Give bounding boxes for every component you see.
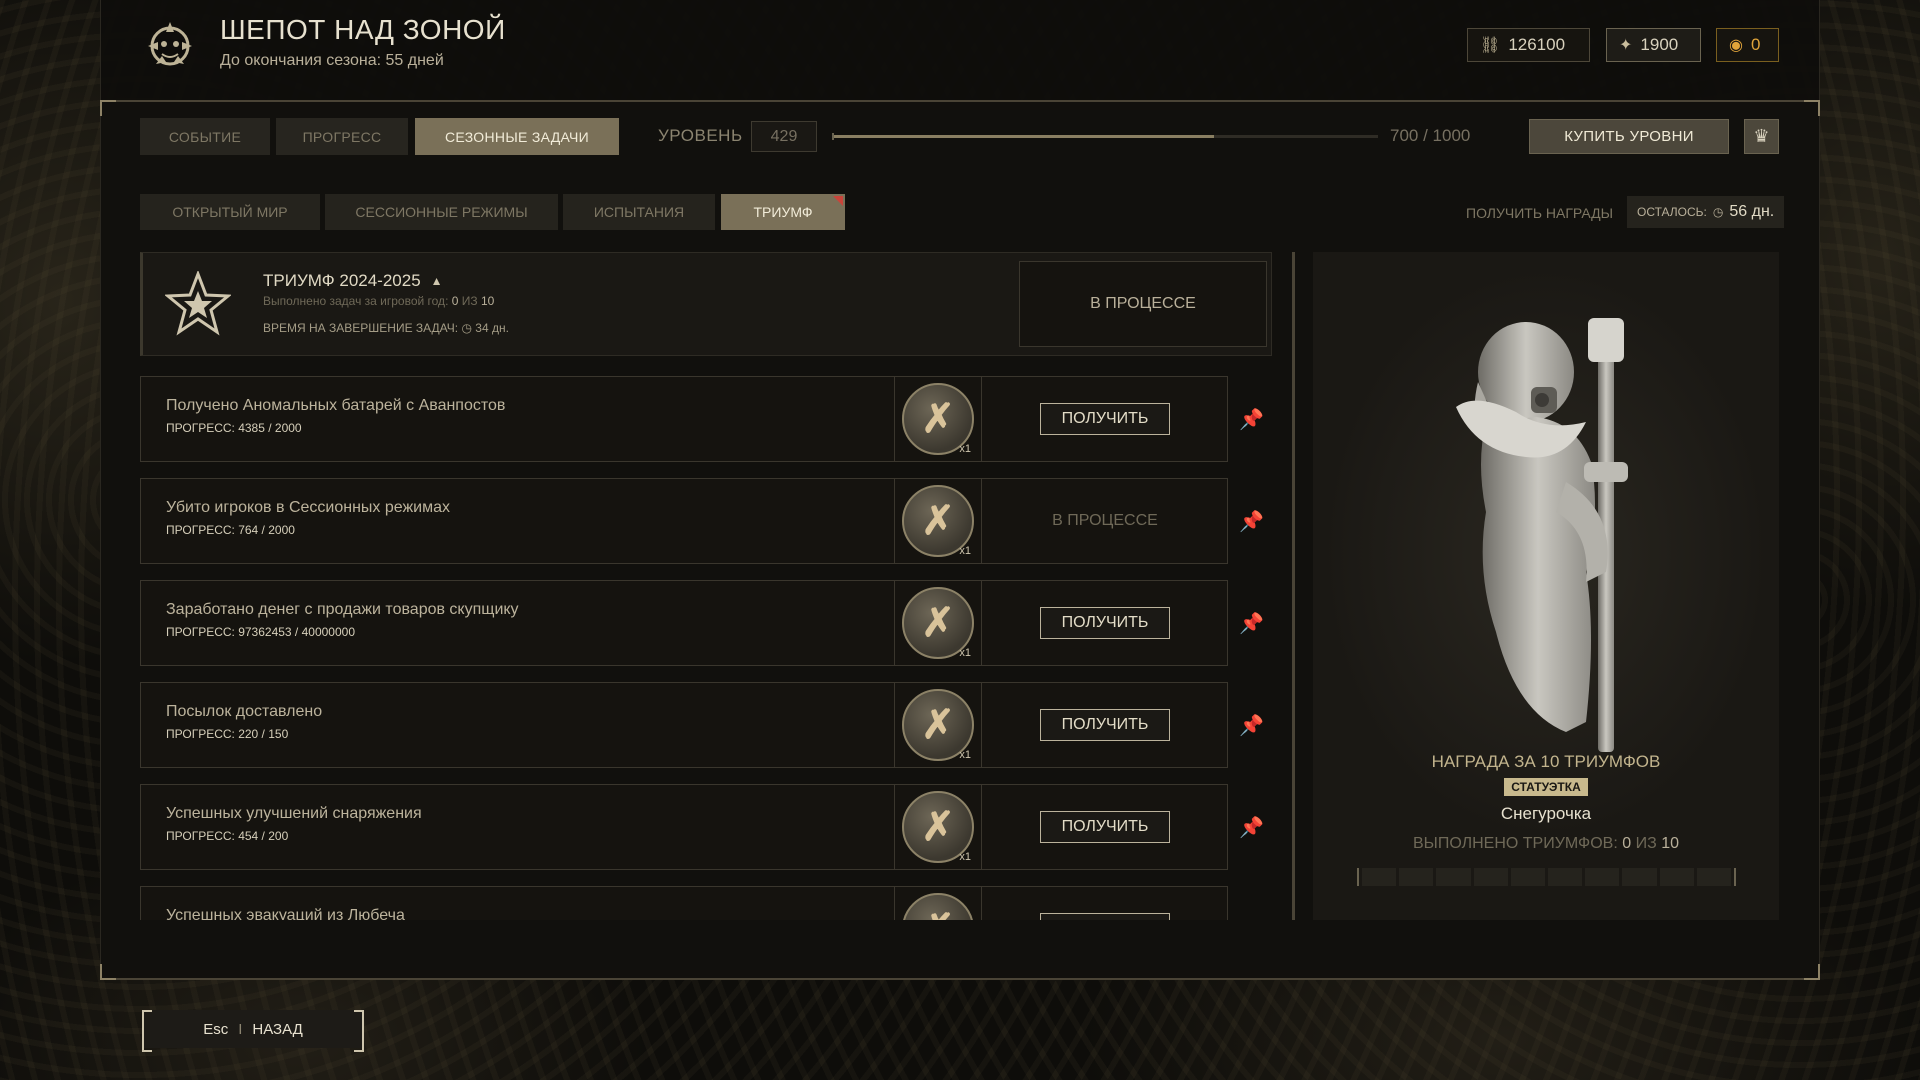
- claim-button[interactable]: [1040, 913, 1170, 920]
- level-label: УРОВЕНЬ: [658, 126, 743, 145]
- task-reward: ✗ x1: [894, 785, 982, 869]
- pin-icon[interactable]: 📌: [1239, 815, 1264, 840]
- frame-corner: [1804, 964, 1820, 980]
- tab-event[interactable]: СОБЫТИЕ: [140, 118, 270, 155]
- link-icon: ⛓: [1480, 37, 1501, 54]
- expand-up-icon[interactable]: ▲: [431, 274, 443, 288]
- task-reward: ✗ x1: [894, 683, 982, 767]
- task-row: Успешных эвакуаций из Любеча ✗: [140, 886, 1228, 920]
- reward-type-badge: СТАТУЭТКА: [1504, 778, 1588, 796]
- esc-key-hint: Esc: [203, 1020, 229, 1038]
- currency-crystal: ✦ 1900: [1606, 28, 1701, 62]
- back-button[interactable]: Esc I НАЗАД: [142, 1010, 364, 1052]
- progress-segment: [1585, 868, 1620, 886]
- triumph-count: ВЫПОЛНЕНО ТРИУМФОВ: 0 ИЗ 10: [1413, 835, 1679, 852]
- task-reward: ✗ x1: [894, 581, 982, 665]
- reward-panel: НАГРАДА ЗА 10 ТРИУМФОВ СТАТУЭТКА Снегуро…: [1313, 252, 1779, 920]
- task-reward: ✗ x1: [894, 377, 982, 461]
- currency-coin: ◉ 0: [1716, 28, 1779, 62]
- triumph-summary-card: ТРИУМФ 2024-2025 ▲ Выполнено задач за иг…: [140, 252, 1272, 356]
- pin-icon[interactable]: 📌: [1239, 407, 1264, 432]
- season-countdown: До окончания сезона: 55 дней: [220, 52, 444, 69]
- reward-medal-icon: ✗: [902, 893, 974, 920]
- task-list[interactable]: Получено Аномальных батарей с Аванпостов…: [140, 376, 1300, 920]
- frame-corner: [100, 100, 116, 116]
- triumph-progress-segments: [1357, 868, 1736, 886]
- scroll-thumb[interactable]: [1292, 252, 1295, 920]
- claim-button[interactable]: ПОЛУЧИТЬ: [1040, 403, 1170, 435]
- triumph-title: ТРИУМФ 2024-2025 ▲: [263, 271, 443, 290]
- progress-segment: [1399, 868, 1434, 886]
- progress-segment: [1510, 868, 1546, 886]
- crown-icon: ♛: [1753, 126, 1770, 146]
- level-progress-start: [832, 133, 834, 140]
- subtab-triumph[interactable]: ТРИУМФ: [721, 194, 845, 230]
- clock-icon: ◷: [1712, 205, 1724, 219]
- tab-seasonal-tasks[interactable]: СЕЗОННЫЕ ЗАДАЧИ: [415, 118, 619, 155]
- reward-title: НАГРАДА ЗА 10 ТРИУМФОВ: [1431, 752, 1661, 771]
- triumph-status: В ПРОЦЕССЕ: [1019, 261, 1267, 347]
- progress-segment: [1622, 868, 1657, 886]
- frame-corner: [1804, 100, 1820, 116]
- claim-button[interactable]: ПОЛУЧИТЬ: [1040, 607, 1170, 639]
- pin-icon[interactable]: 📌: [1239, 611, 1264, 636]
- reward-name: Снегурочка: [1500, 804, 1592, 823]
- progress-segment: [1659, 868, 1694, 886]
- triumph-time-left: ВРЕМЯ НА ЗАВЕРШЕНИЕ ЗАДАЧ: ◷ 34 дн.: [263, 321, 509, 335]
- task-row: Посылок доставлено ПРОГРЕСС: 220 / 150 ✗…: [140, 682, 1264, 768]
- triumph-tasks-done: Выполнено задач за игровой год: 0 ИЗ 10: [263, 294, 495, 308]
- level-value: 429: [751, 121, 817, 152]
- currency-link: ⛓ 126100: [1467, 28, 1590, 62]
- claim-button[interactable]: ПОЛУЧИТЬ: [1040, 811, 1170, 843]
- subtab-session-modes[interactable]: СЕССИОННЫЕ РЕЖИМЫ: [325, 194, 558, 230]
- level-progress-bar: [832, 135, 1378, 138]
- buy-levels-button[interactable]: КУПИТЬ УРОВНИ: [1529, 119, 1729, 154]
- task-row: Убито игроков в Сессионных режимах ПРОГР…: [140, 478, 1264, 564]
- progress-segment: [1436, 868, 1471, 886]
- coin-icon: ◉: [1729, 37, 1743, 54]
- task-list-scrollbar[interactable]: [1292, 252, 1295, 920]
- crystal-icon: ✦: [1619, 37, 1633, 54]
- clock-icon: ◷: [461, 321, 472, 335]
- task-row: Заработано денег с продажи товаров скупщ…: [140, 580, 1264, 666]
- frame-corner: [100, 964, 116, 980]
- progress-segment: [1473, 868, 1508, 886]
- task-status: В ПРОЦЕССЕ: [1052, 512, 1158, 529]
- progress-segment: [1696, 868, 1732, 886]
- page-title: ШЕПОТ НАД ЗОНОЙ: [220, 14, 506, 45]
- remaining-time: ОСТАЛОСЬ: ◷ 56 дн.: [1627, 196, 1785, 228]
- subtab-open-world[interactable]: ОТКРЫТЫЙ МИР: [140, 194, 320, 230]
- pin-icon[interactable]: 📌: [1239, 509, 1264, 534]
- tab-progress[interactable]: ПРОГРЕСС: [276, 118, 408, 155]
- progress-segment: [1362, 868, 1397, 886]
- crown-button[interactable]: ♛: [1744, 119, 1779, 154]
- task-row: Успешных улучшений снаряжения ПРОГРЕСС: …: [140, 784, 1264, 870]
- subtab-trials[interactable]: ИСПЫТАНИЯ: [563, 194, 715, 230]
- task-reward: ✗ x1: [894, 479, 982, 563]
- task-row: Получено Аномальных батарей с Аванпостов…: [140, 376, 1264, 462]
- level-progress-text: 700 / 1000: [1390, 126, 1471, 145]
- level-progress-fill: [832, 135, 1215, 138]
- pin-icon[interactable]: 📌: [1239, 713, 1264, 738]
- claim-button[interactable]: ПОЛУЧИТЬ: [1040, 709, 1170, 741]
- progress-segment: [1548, 868, 1583, 886]
- get-rewards-link[interactable]: ПОЛУЧИТЬ НАГРАДЫ: [1466, 205, 1613, 221]
- star-icon: [165, 271, 231, 336]
- season-logo-icon: [148, 22, 192, 66]
- task-reward: ✗: [894, 887, 982, 920]
- snegurochka-statue-image: [1456, 318, 1628, 752]
